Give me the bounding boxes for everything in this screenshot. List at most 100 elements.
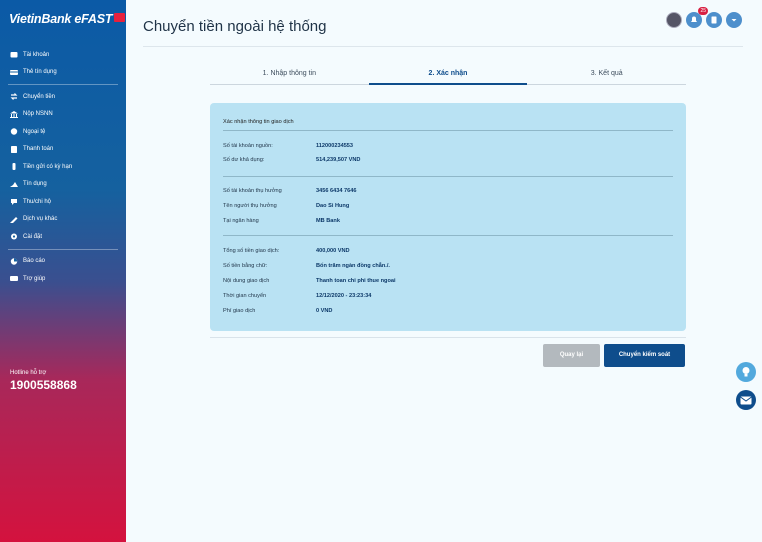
- field-label: Số tài khoản nguồn:: [223, 143, 273, 149]
- sidebar-item-label: Tiền gửi có kỳ hạn: [23, 163, 73, 170]
- services-icon: [10, 216, 18, 225]
- page-title: Chuyển tiền ngoài hệ thống: [143, 18, 327, 35]
- hotline-label: Hotline hỗ trợ: [10, 370, 47, 376]
- sidebar-item-thu-chi-ho[interactable]: Thu/chi hộ: [0, 193, 126, 211]
- divider: [223, 176, 673, 177]
- sidebar-item-label: Tài khoản: [23, 51, 50, 58]
- loan-icon: [10, 181, 18, 188]
- chevron-down-icon[interactable]: [726, 12, 742, 28]
- field-value: 400,000 VND: [316, 248, 350, 254]
- sidebar-item-nop-nsnn[interactable]: Nộp NSNN: [0, 106, 126, 124]
- row-total: Tổng số tiền giao dịch: 400,000 VND: [223, 248, 350, 254]
- field-value: 3456 6434 7646: [316, 188, 357, 194]
- sidebar-item-tien-gui[interactable]: Tiền gửi có kỳ hạn: [0, 158, 126, 176]
- row-bank: Tại ngân hàng MB Bank: [223, 218, 340, 224]
- bank-icon: [10, 110, 18, 118]
- field-value: MB Bank: [316, 218, 340, 224]
- field-label: Số tiền bằng chữ:: [223, 263, 268, 269]
- header-divider: [143, 46, 743, 47]
- field-value: 514,239,507 VND: [316, 157, 361, 163]
- sidebar-item-tin-dung[interactable]: Tín dụng: [0, 176, 126, 194]
- transfer-icon: [10, 93, 18, 101]
- field-value: Bốn trăm ngàn đồng chẵn./.: [316, 263, 390, 269]
- step-input[interactable]: 1. Nhập thông tin: [210, 68, 369, 85]
- row-content: Nội dung giao dịch Thanh toan chi phi thu…: [223, 278, 396, 284]
- logo[interactable]: VietinBank eFAST: [9, 12, 126, 26]
- back-button[interactable]: Quay lại: [543, 344, 600, 367]
- avatar[interactable]: [666, 12, 682, 28]
- field-value: 12/12/2020 - 23:23:34: [316, 293, 372, 299]
- sidebar-item-label: Dịch vụ khác: [23, 216, 58, 223]
- deposit-icon: [10, 163, 18, 171]
- field-label: Số tài khoản thụ hưởng: [223, 188, 282, 194]
- sidebar-item-label: Cài đặt: [23, 233, 43, 240]
- divider: [223, 235, 673, 236]
- hotline-number[interactable]: 1900558868: [10, 378, 77, 392]
- confirm-panel: Xác nhận thông tin giao dịch Số tài khoả…: [210, 103, 686, 331]
- field-label: Nội dung giao dịch: [223, 278, 270, 284]
- row-time: Thời gian chuyển 12/12/2020 - 23:23:34: [223, 293, 371, 299]
- sidebar-item-label: Nộp NSNN: [23, 111, 53, 118]
- field-label: Số dư khả dụng:: [223, 157, 265, 163]
- wallet-icon: [10, 51, 18, 58]
- collection-icon: [10, 198, 18, 206]
- lightbulb-icon[interactable]: [736, 362, 756, 382]
- field-value: 0 VND: [316, 308, 333, 314]
- sidebar-item-label: Thanh toán: [23, 146, 54, 153]
- row-source-account: Số tài khoản nguồn: 112000234553: [223, 143, 353, 149]
- field-label: Tổng số tiền giao dịch:: [223, 248, 280, 254]
- row-beneficiary-name: Tên người thụ hưởng Dao Si Hung: [223, 203, 349, 209]
- sidebar-item-tro-giup[interactable]: Trợ giúp: [0, 270, 126, 288]
- sidebar-item-ngoai-te[interactable]: Ngoại tệ: [0, 123, 126, 141]
- notification-bell-icon[interactable]: 25: [686, 7, 708, 28]
- sidebar-item-bao-cao[interactable]: Báo cáo: [0, 253, 126, 271]
- sidebar-nav: Tài khoản Thẻ tín dụng Chuyển tiền Nộp N…: [0, 46, 126, 288]
- row-beneficiary-account: Số tài khoản thụ hưởng 3456 6434 7646: [223, 188, 356, 194]
- field-label: Tên người thụ hưởng: [223, 203, 277, 209]
- sidebar-item-cai-dat[interactable]: Cài đặt: [0, 228, 126, 246]
- sidebar-item-the-tin-dung[interactable]: Thẻ tín dụng: [0, 64, 126, 82]
- sidebar-item-label: Thu/chi hộ: [23, 198, 52, 205]
- field-label: Tại ngân hàng: [223, 218, 259, 224]
- divider: [223, 130, 673, 131]
- divider: [8, 248, 118, 250]
- document-icon[interactable]: [706, 12, 722, 28]
- payment-icon: [10, 145, 18, 153]
- credit-card-icon: [10, 69, 18, 76]
- header-actions: 25: [666, 7, 742, 28]
- field-label: Phí giao dịch: [223, 308, 256, 314]
- sidebar-item-label: Thẻ tín dụng: [23, 69, 57, 76]
- report-icon: [10, 258, 18, 265]
- hotline: Hotline hỗ trợ 1900558868: [10, 370, 77, 392]
- row-fee: Phí giao dịch 0 VND: [223, 308, 332, 314]
- sidebar-item-label: Ngoại tệ: [23, 128, 46, 135]
- field-label: Thời gian chuyển: [223, 293, 267, 299]
- footer-divider: [210, 337, 686, 338]
- sidebar-item-label: Tín dụng: [23, 181, 47, 188]
- sidebar-item-dich-vu-khac[interactable]: Dịch vụ khác: [0, 211, 126, 229]
- field-value: Dao Si Hung: [316, 203, 350, 209]
- help-icon: [10, 275, 18, 282]
- gear-icon: [10, 233, 18, 240]
- row-amount-words: Số tiền bằng chữ: Bốn trăm ngàn đồng chẵn…: [223, 263, 390, 269]
- sidebar-item-chuyen-tien[interactable]: Chuyển tiền: [0, 88, 126, 106]
- panel-title: Xác nhận thông tin giao dịch: [223, 119, 294, 125]
- logo-text: VietinBank eFAST: [9, 12, 113, 26]
- field-value: 112000234553: [316, 143, 354, 149]
- step-result[interactable]: 3. Kết quả: [527, 68, 687, 85]
- sidebar-item-tai-khoan[interactable]: Tài khoản: [0, 46, 126, 64]
- row-balance: Số dư khả dụng: 514,239,507 VND: [223, 157, 360, 163]
- sidebar-item-label: Chuyển tiền: [23, 93, 56, 100]
- step-tabs: 1. Nhập thông tin 2. Xác nhận 3. Kết quả: [210, 68, 687, 85]
- field-value: Thanh toan chi phi thue ngoai: [316, 278, 396, 284]
- sidebar-item-label: Báo cáo: [23, 258, 46, 265]
- sidebar-item-thanh-toan[interactable]: Thanh toán: [0, 141, 126, 159]
- step-confirm[interactable]: 2. Xác nhận: [368, 68, 528, 85]
- sidebar: VietinBank eFAST Tài khoản Thẻ tín dụng …: [0, 0, 126, 542]
- logo-mark-icon: [114, 13, 126, 22]
- currency-icon: [10, 128, 18, 135]
- mail-icon[interactable]: [736, 390, 756, 410]
- divider: [8, 84, 118, 85]
- sidebar-item-label: Trợ giúp: [23, 275, 46, 282]
- submit-for-approval-button[interactable]: Chuyển kiểm soát: [604, 344, 685, 367]
